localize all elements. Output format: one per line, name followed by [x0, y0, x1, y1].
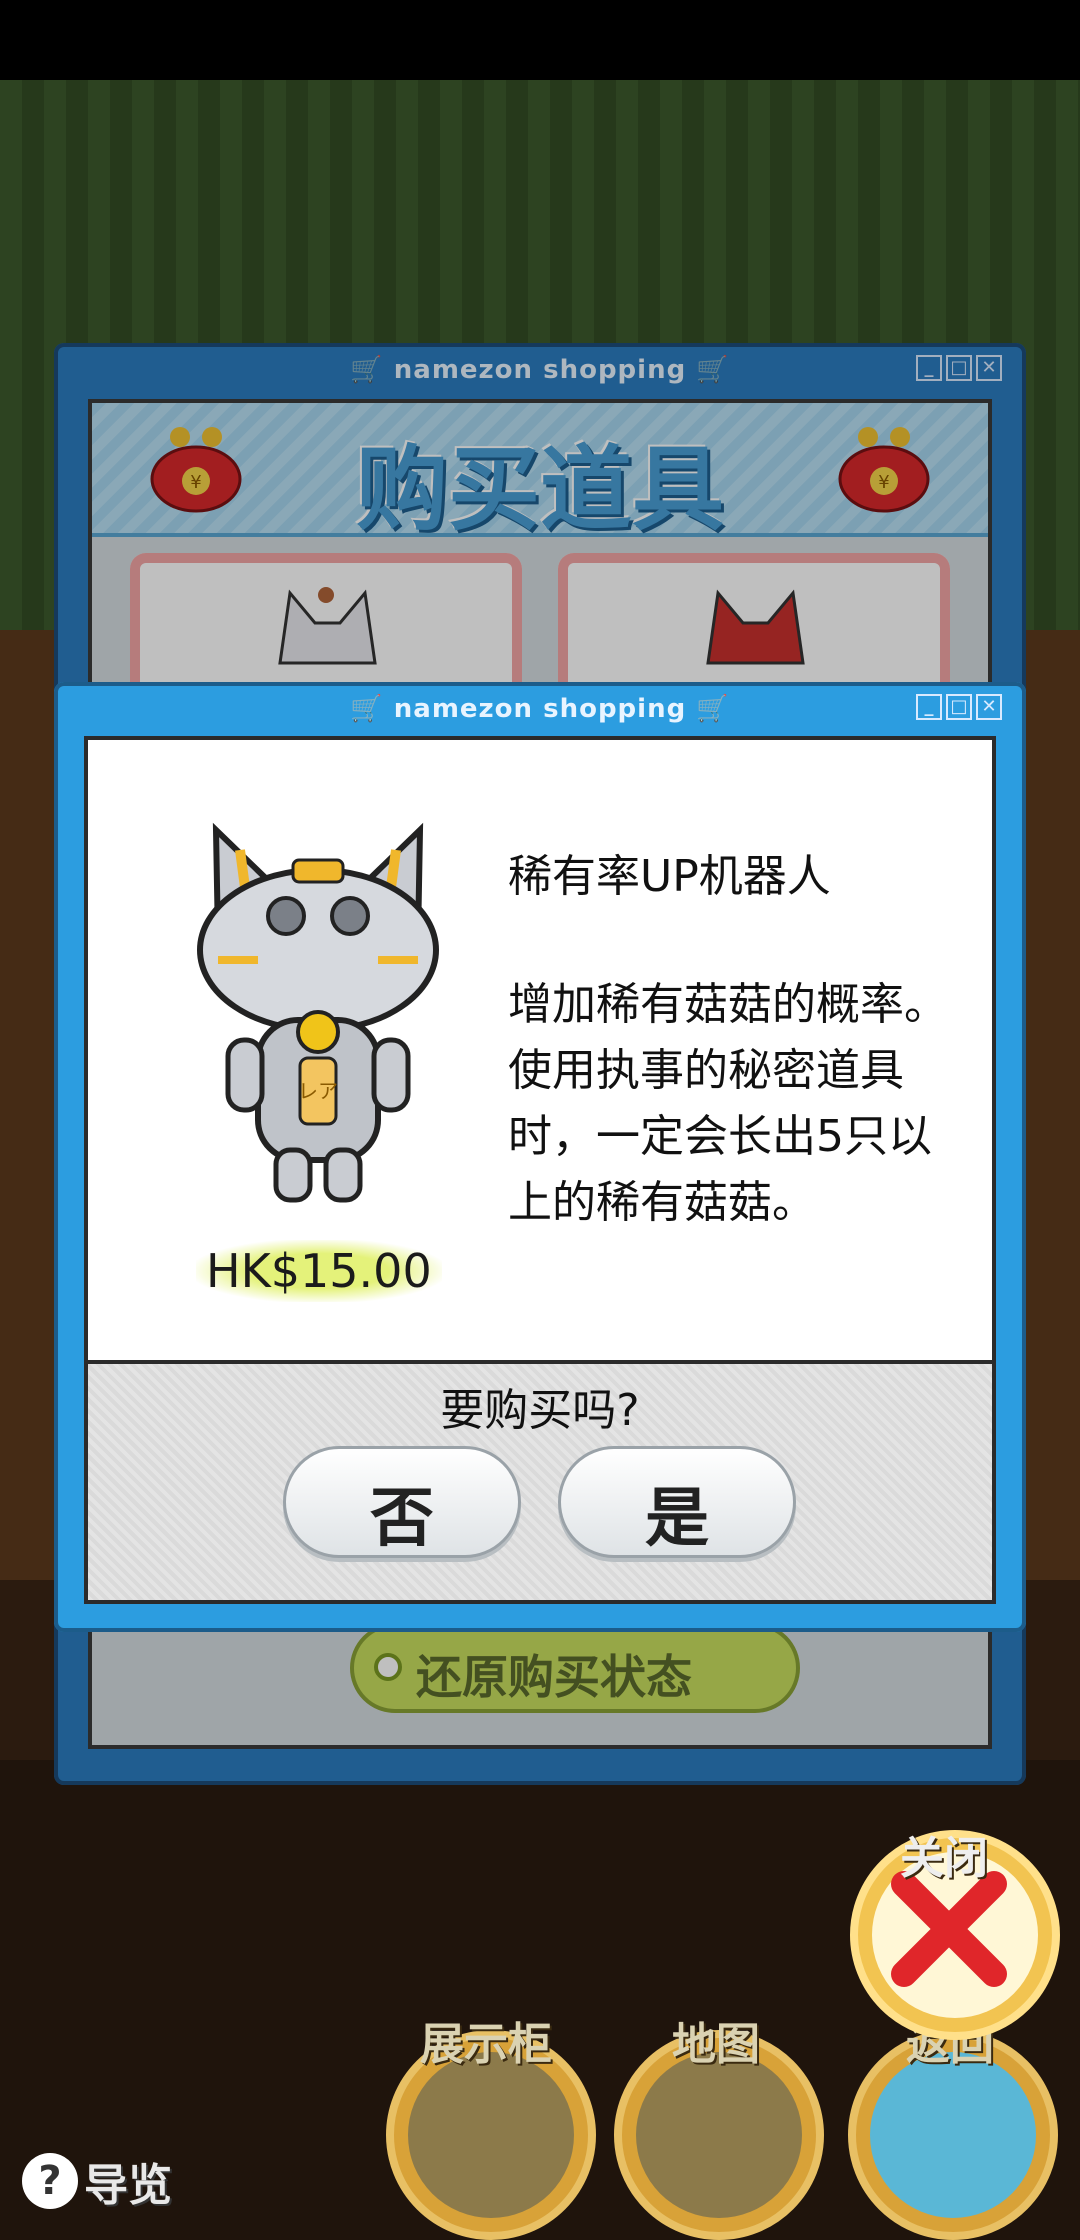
- close-label: 关闭: [900, 1833, 988, 1884]
- confirm-area: 要购买吗? 否 是: [88, 1364, 992, 1600]
- rare-badge-text: レア: [298, 1079, 338, 1103]
- trophy-icon: [408, 2052, 574, 2218]
- close-dialog-button[interactable]: ✕: [976, 694, 1002, 720]
- help-icon: ?: [22, 2153, 78, 2209]
- cart-icon: 🛒: [696, 694, 730, 724]
- back-arrow-icon: [870, 2052, 1036, 2218]
- dialog-content: レア HK$15.00 稀有率UP机器人 增加稀有菇菇的概率。使用执事的秘密道具…: [84, 736, 996, 1604]
- robot-cat-icon: レア: [197, 822, 439, 1203]
- item-name: 稀有率UP机器人: [508, 851, 831, 902]
- dialog-window-controls: _ □ ✕: [916, 694, 1002, 720]
- yes-button-label: 是: [645, 1482, 709, 1556]
- guide-button[interactable]: ? 导览: [22, 2150, 172, 2212]
- cart-icon: 🛒: [350, 694, 384, 724]
- item-info: レア HK$15.00 稀有率UP机器人 增加稀有菇菇的概率。使用执事的秘密道具…: [88, 740, 992, 1364]
- purchase-question: 要购买吗?: [440, 1385, 640, 1436]
- no-button[interactable]: 否: [283, 1446, 521, 1558]
- minimize-button[interactable]: _: [916, 694, 942, 720]
- item-price: HK$15.00: [196, 1240, 442, 1302]
- purchase-dialog: 🛒 namezon shopping 🛒 _ □ ✕ レア HK$15.00 稀…: [54, 682, 1026, 1632]
- dialog-title: 🛒 namezon shopping 🛒: [54, 694, 1026, 724]
- showcase-label: 展示柜: [420, 2019, 552, 2070]
- dialog-title-text: namezon shopping: [393, 694, 687, 724]
- no-button-label: 否: [370, 1482, 434, 1556]
- map-icon: [636, 2052, 802, 2218]
- map-label: 地图: [672, 2019, 760, 2070]
- guide-label: 导览: [84, 2160, 172, 2211]
- item-description: 增加稀有菇菇的概率。使用执事的秘密道具时，一定会长出5只以上的稀有菇菇。: [508, 979, 948, 1228]
- maximize-button[interactable]: □: [946, 694, 972, 720]
- status-bar: [0, 0, 1080, 80]
- yes-button[interactable]: 是: [558, 1446, 796, 1558]
